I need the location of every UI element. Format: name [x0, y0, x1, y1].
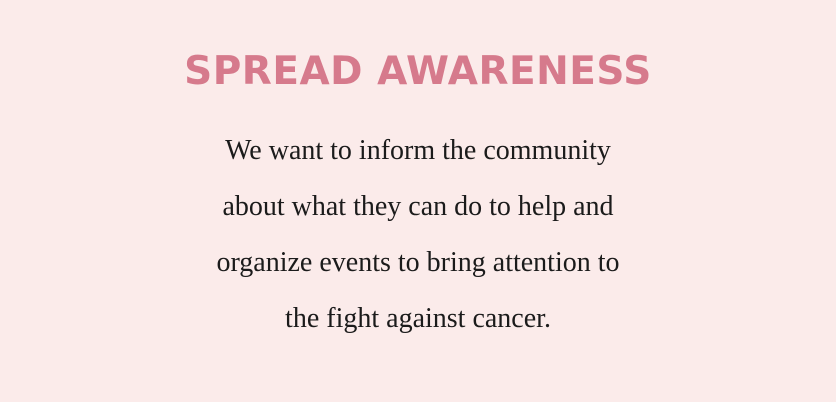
description-line-4: the fight against cancer. [285, 303, 551, 334]
section-title: SPREAD AWARENESS [184, 49, 652, 94]
description-line-2: about what they can do to help and [222, 191, 614, 222]
description-line-3: organize events to bring attention to [216, 247, 620, 278]
description-line-1: We want to inform the community [225, 135, 611, 166]
spread-awareness-section: SPREAD AWARENESS We want to inform the c… [0, 0, 836, 402]
section-description: We want to inform the community about wh… [190, 123, 646, 347]
